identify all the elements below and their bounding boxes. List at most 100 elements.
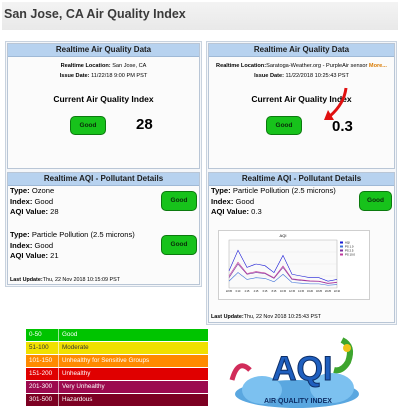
chart-x-tick-label: 20:25 [325,290,332,293]
legend-row: 51-100 Moderate [26,342,208,354]
index-value: Good [34,240,54,250]
chart-x-tick-label: 22:05 [226,290,233,293]
legend-label: Unhealthy [58,368,208,380]
chart-x-tick-label: 0:10 [236,290,241,293]
right-aqi-box: Realtime Air Quality Data Realtime Locat… [208,43,395,169]
pollutant-ozone: Type: Ozone Index: Good AQI Value: 28 [10,186,59,218]
chart-x-tick-label: 4:15 [254,290,259,293]
type-value: Particle Pollution (2.5 microns) [232,186,336,195]
chart-x-tick-label: 6:15 [263,290,268,293]
legend-range: 51-100 [29,344,49,351]
last-update-value: Thu, 22 Nov 2018 10:15:09 PST [42,277,120,283]
pm25-status-button[interactable]: Good [161,235,197,255]
red-arrow-icon [324,87,348,120]
legend-range: 101-150 [29,357,53,364]
index-label: Index: [10,240,33,250]
right-location: Realtime Location:Saratoga-Weather.org -… [209,61,394,71]
left-last-update: Last Update:Thu, 22 Nov 2018 10:15:09 PS… [10,277,120,283]
chart-legend-label: PS 10.0 [345,253,355,257]
right-last-update: Last Update:Thu, 22 Nov 2018 10:25:43 PS… [211,314,321,320]
ozone-status-button[interactable]: Good [161,191,197,211]
aqi-chart: AQI 22:05 0:10 2:15 4:15 6:15 8:15 10:15 12:15 14… [218,230,370,300]
legend-label: Moderate [58,342,208,354]
legend-row: 301-500 Hazardous [26,394,208,406]
pollutant-pm25-right: Type: Particle Pollution (2.5 microns) I… [211,186,336,218]
legend-range: 0-50 [29,331,42,338]
type-value: Particle Pollution (2.5 microns) [31,230,135,239]
left-location-value: San Jose, CA [112,63,147,69]
left-aqi-value: 28 [136,116,153,133]
aqi-value: 21 [50,251,59,260]
legend-label: Unhealthy for Sensitive Groups [58,355,208,367]
chart-legend-swatch [340,253,343,256]
left-issue-label: Issue Date: [59,73,90,79]
right-status-button[interactable]: Good [266,116,302,135]
chart-legend-swatch [340,249,343,252]
aqi-value: 0.3 [251,207,262,216]
right-details-header: Realtime AQI - Pollutant Details [209,173,394,186]
chart-x-tick-label: 10:15 [280,290,287,293]
legend-row: 101-150 Unhealthy for Sensitive Groups [26,355,208,367]
aqi-logo: AQI AIR QUALITY INDEX [222,330,372,414]
left-aqi-box: Realtime Air Quality Data Realtime Locat… [7,43,200,169]
left-location: Realtime Location: San Jose, CA [8,61,199,71]
left-details-header: Realtime AQI - Pollutant Details [8,173,199,186]
type-label: Type: [211,186,231,195]
type-value: Ozone [31,186,55,195]
pollutant-pm25: Type: Particle Pollution (2.5 microns) I… [10,230,135,262]
chart-x-tick-label: 2:15 [245,290,250,293]
index-value: Good [235,196,255,206]
right-location-more-link[interactable]: More... [369,63,387,69]
legend-row: 201-300 Very Unhealthy [26,381,208,393]
aqi-label: AQI Value: [10,251,48,260]
aqi-chart-svg: AQI 22:05 0:10 2:15 4:15 6:15 8:15 10:15 12:15 14… [226,233,355,293]
index-label: Index: [211,196,234,206]
logo-subtitle: AIR QUALITY INDEX [264,398,332,405]
last-update-label: Last Update: [211,314,244,320]
chart-x-tick-label: 8:15 [272,290,277,293]
right-issue-value: 11/22/2018 10:25:43 PST [285,73,349,79]
legend-row: 0-50 Good [26,329,208,341]
index-value: Good [34,196,54,206]
chart-x-tick-label: 22:10 [334,290,341,293]
legend-label: Good [58,329,208,341]
aqi-legend: 0-50 Good 51-100 Moderate 101-150 Unhealthy f… [26,329,208,407]
left-details-box: Realtime AQI - Pollutant Details Type: O… [7,172,200,285]
aqi-value: 28 [50,207,59,216]
chart-legend-swatch [340,245,343,248]
legend-range: 301-500 [29,396,53,403]
index-label: Index: [10,196,33,206]
type-label: Type: [10,186,30,195]
right-issue-label: Issue Date: [254,73,284,79]
legend-row: 151-200 Unhealthy [26,368,208,380]
chart-x-tick-label: 18:25 [316,290,323,293]
last-update-label: Last Update: [10,277,43,283]
right-current-label: Current Air Quality Index [251,94,352,104]
aqi-label: AQI Value: [211,207,249,216]
page-title: San Jose, CA Air Quality Index [2,2,398,30]
legend-range: 151-200 [29,370,53,377]
legend-label: Hazardous [58,394,208,406]
left-header: Realtime Air Quality Data [8,44,199,57]
type-label: Type: [10,230,30,239]
aqi-label: AQI Value: [10,207,48,216]
chart-x-tick-label: 14:15 [298,290,305,293]
chart-x-tick-label: 12:15 [289,290,296,293]
right-pm25-status-button[interactable]: Good [359,191,392,211]
legend-range: 201-300 [29,383,53,390]
chart-x-tick-label: 16:20 [307,290,314,293]
left-status-button[interactable]: Good [70,116,106,135]
right-location-value: Saratoga-Weather.org - PurpleAir sensor [266,63,368,69]
right-location-label: Realtime Location: [216,63,267,69]
left-current-label: Current Air Quality Index [53,94,154,104]
logo-aqi-text: AQI [272,350,332,388]
chart-title: AQI [280,233,287,238]
legend-label: Very Unhealthy [58,381,208,393]
left-location-label: Realtime Location: [60,63,111,69]
last-update-value: Thu, 22 Nov 2018 10:25:43 PST [243,314,321,320]
chart-legend-swatch [340,241,343,244]
right-header: Realtime Air Quality Data [209,44,394,57]
right-issue: Issue Date: 11/22/2018 10:25:43 PST [209,71,394,81]
left-issue-value: 11/22/18 9:00 PM PST [91,73,148,79]
left-issue: Issue Date: 11/22/18 9:00 PM PST [8,71,199,81]
